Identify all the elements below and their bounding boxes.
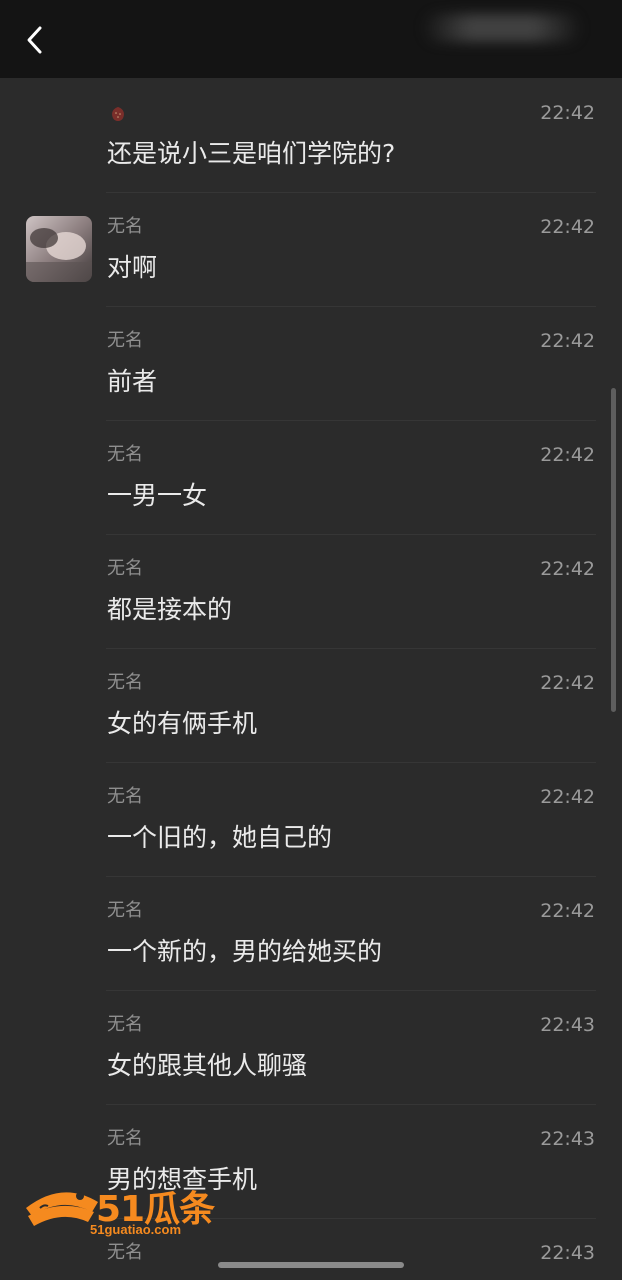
message-time: 22:42 xyxy=(540,102,595,124)
message-item[interactable]: 无名 22:42 一个旧的，她自己的 xyxy=(0,762,622,876)
sender-name: 无名 xyxy=(107,444,143,465)
avatar[interactable] xyxy=(26,216,92,282)
divider xyxy=(106,990,596,991)
sender-name: 无名 xyxy=(107,786,143,807)
blurred-title xyxy=(422,14,582,42)
sender-name: 无名 xyxy=(107,1128,143,1149)
message-time: 22:42 xyxy=(540,786,595,808)
message-text: 女的有俩手机 xyxy=(107,709,258,738)
message-item[interactable]: 无名 22:42 一男一女 xyxy=(0,420,622,534)
home-indicator[interactable] xyxy=(218,1262,404,1268)
message-time: 22:43 xyxy=(540,1128,595,1150)
message-text: 还是说小三是咱们学院的? xyxy=(107,139,396,168)
message-text: 前者 xyxy=(107,367,158,396)
sender-name: 无名 xyxy=(107,330,143,351)
sender-name: 无名 xyxy=(107,1014,143,1035)
divider xyxy=(106,306,596,307)
message-time: 22:42 xyxy=(540,900,595,922)
message-item[interactable]: 无名 22:42 女的有俩手机 xyxy=(0,648,622,762)
divider xyxy=(106,534,596,535)
divider xyxy=(106,762,596,763)
message-text: 女的跟其他人聊骚 xyxy=(107,1051,308,1080)
strawberry-icon xyxy=(112,107,124,121)
divider xyxy=(106,192,596,193)
message-item[interactable]: 无名 22:42 一个新的，男的给她买的 xyxy=(0,876,622,990)
divider xyxy=(106,648,596,649)
sender-name: 无名 xyxy=(107,900,143,921)
message-text: 一个旧的，她自己的 xyxy=(107,823,333,852)
divider xyxy=(106,876,596,877)
message-time: 22:42 xyxy=(540,330,595,352)
message-item[interactable]: 22:42 还是说小三是咱们学院的? xyxy=(0,78,622,192)
top-bar xyxy=(0,0,622,78)
sender-name: 无名 xyxy=(107,672,143,693)
message-time: 22:42 xyxy=(540,216,595,238)
message-list[interactable]: 22:42 还是说小三是咱们学院的? 无名 22:42 对啊 无名 22:42 … xyxy=(0,78,622,1280)
message-text: 都是接本的 xyxy=(107,595,233,624)
message-item[interactable]: 无名 22:42 对啊 xyxy=(0,192,622,306)
message-time: 22:42 xyxy=(540,444,595,466)
message-item[interactable]: 无名 22:43 女的跟其他人聊骚 xyxy=(0,990,622,1104)
watermark-url: 51guatiao.com xyxy=(90,1222,182,1237)
divider xyxy=(106,420,596,421)
scrollbar[interactable] xyxy=(611,388,616,712)
message-time: 22:43 xyxy=(540,1014,595,1036)
message-time: 22:43 xyxy=(540,1242,595,1264)
message-item[interactable]: 无名 22:42 都是接本的 xyxy=(0,534,622,648)
message-text: 一男一女 xyxy=(107,481,208,510)
message-text: 对啊 xyxy=(107,253,158,282)
message-time: 22:42 xyxy=(540,558,595,580)
message-item[interactable]: 无名 22:42 前者 xyxy=(0,306,622,420)
message-text: 一个新的，男的给她买的 xyxy=(107,937,383,966)
message-time: 22:42 xyxy=(540,672,595,694)
divider xyxy=(106,1104,596,1105)
sender-name: 无名 xyxy=(107,216,143,237)
sender-name: 无名 xyxy=(107,558,143,579)
back-icon[interactable] xyxy=(18,22,54,58)
